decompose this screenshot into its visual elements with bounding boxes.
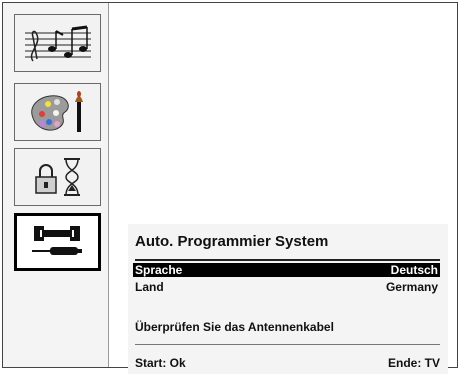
sidebar-item-sound[interactable] bbox=[14, 14, 101, 72]
sidebar-item-picture[interactable] bbox=[14, 83, 101, 141]
sidebar-item-features[interactable] bbox=[14, 148, 101, 206]
setting-row-language[interactable]: Sprache Deutsch bbox=[133, 263, 440, 277]
title-divider bbox=[135, 259, 440, 261]
dialog-title: Auto. Programmier System bbox=[135, 233, 329, 250]
menu-sidebar bbox=[3, 3, 109, 367]
antenna-notice: Überprüfen Sie das Antennenkabel bbox=[135, 320, 334, 334]
dialog-footer: Start: Ok Ende: TV bbox=[135, 355, 440, 371]
footer-divider bbox=[135, 344, 440, 345]
setting-label-country: Land bbox=[135, 280, 164, 294]
sidebar-item-setup[interactable] bbox=[14, 213, 101, 271]
setting-value-language: Deutsch bbox=[390, 263, 438, 277]
music-notes-icon bbox=[24, 25, 91, 62]
paint-palette-icon bbox=[30, 91, 83, 132]
lock-hourglass-icon bbox=[34, 158, 80, 196]
setting-value-country: Germany bbox=[385, 280, 438, 294]
setting-row-country[interactable]: Land Germany bbox=[133, 280, 440, 294]
end-hint: Ende: TV bbox=[387, 356, 440, 370]
wrench-screwdriver-icon bbox=[31, 226, 82, 255]
auto-programming-dialog: Auto. Programmier System Sprache Deutsch… bbox=[128, 224, 448, 374]
setting-label-language: Sprache bbox=[135, 263, 183, 277]
start-hint: Start: Ok bbox=[135, 356, 186, 370]
